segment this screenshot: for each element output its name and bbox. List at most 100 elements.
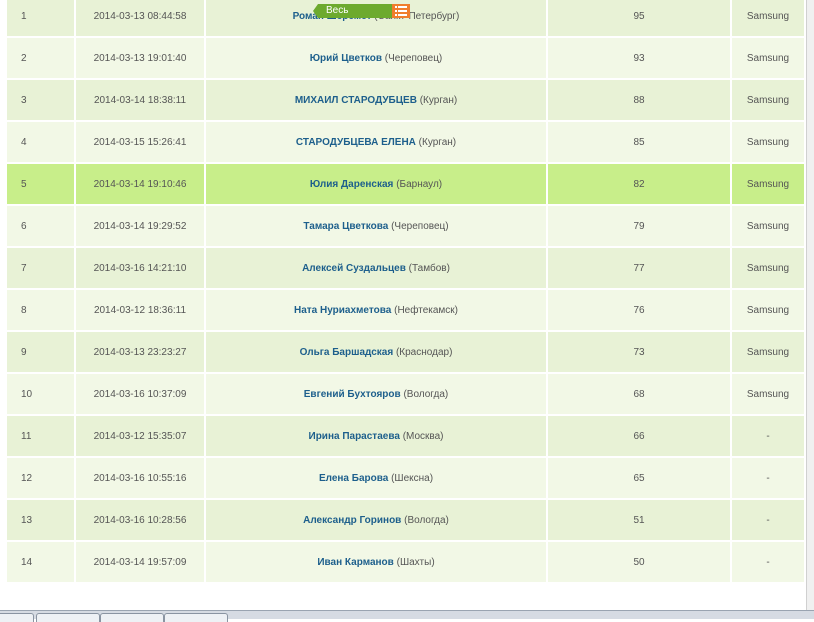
- row-number: 14: [7, 542, 74, 582]
- row-number: 11: [7, 416, 74, 456]
- row-datetime: 2014-03-16 14:21:10: [76, 248, 204, 288]
- participant-name-link[interactable]: Елена Барова: [319, 473, 388, 484]
- participant-name-link[interactable]: Иван Карманов: [317, 557, 393, 568]
- filter-arrow-icon: [313, 4, 318, 18]
- row-prize: Samsung: [732, 206, 804, 246]
- row-participant: Тамара Цветкова (Череповец): [206, 206, 546, 246]
- table-row: 9 2014-03-13 23:23:27 Ольга Баршадская (Кр…: [7, 332, 804, 372]
- row-participant: Ирина Парастаева (Москва): [206, 416, 546, 456]
- participant-name-link[interactable]: Юлия Даренская: [310, 179, 394, 190]
- row-datetime: 2014-03-13 19:01:40: [76, 38, 204, 78]
- participant-city: (Череповец): [384, 52, 443, 64]
- row-participant: Юлия Даренская (Барнаул): [206, 164, 546, 204]
- table-row: 2 2014-03-13 19:01:40 Юрий Цветков (Черепо…: [7, 38, 804, 78]
- row-prize: -: [732, 458, 804, 498]
- table-row: 8 2014-03-12 18:36:11 Ната Нуриахметова (Н…: [7, 290, 804, 330]
- filter-dropdown[interactable]: Весь: [313, 4, 392, 18]
- participant-city: (Вологда): [403, 388, 449, 400]
- participant-name-link[interactable]: Ната Нуриахметова: [294, 305, 391, 316]
- table-row: 7 2014-03-16 14:21:10 Алексей Суздальцев (…: [7, 248, 804, 288]
- results-table-body: 12014-03-13 08:44:58Роман Шеремет (Санкт…: [7, 0, 804, 582]
- participant-name-link[interactable]: СТАРОДУБЦЕВА ЕЛЕНА: [296, 137, 416, 148]
- row-participant: Александр Горинов (Вологда): [206, 500, 546, 540]
- participant-city: (Москва): [402, 430, 444, 442]
- row-participant: Иван Карманов (Шахты): [206, 542, 546, 582]
- row-score: 66: [548, 416, 730, 456]
- table-row: 3 2014-03-14 18:38:11 МИХАИЛ СТАРОДУБЦЕВ (…: [7, 80, 804, 120]
- row-prize: Samsung: [732, 164, 804, 204]
- row-datetime: 2014-03-16 10:37:09: [76, 374, 204, 414]
- row-number: 5: [7, 164, 74, 204]
- participant-city: (Шахты): [396, 556, 435, 568]
- row-score: 68: [548, 374, 730, 414]
- participant-name-link[interactable]: Александр Горинов: [303, 515, 401, 526]
- participant-city: (Нефтекамск): [394, 304, 458, 316]
- participant-city: (Барнаул): [396, 178, 443, 190]
- participant-city: (Курган): [418, 136, 457, 148]
- participant-city: (Череповец): [391, 220, 449, 232]
- row-datetime: 2014-03-14 19:29:52: [76, 206, 204, 246]
- row-datetime: 2014-03-13 23:23:27: [76, 332, 204, 372]
- row-number: 3: [7, 80, 74, 120]
- table-row: 5 2014-03-14 19:10:46 Юлия Даренская (Барн…: [7, 164, 804, 204]
- row-number: 1: [7, 0, 74, 36]
- row-prize: -: [732, 416, 804, 456]
- row-datetime: 2014-03-14 18:38:11: [76, 80, 204, 120]
- row-prize: Samsung: [732, 0, 804, 36]
- row-participant: Ольга Баршадская (Краснодар): [206, 332, 546, 372]
- row-participant: Ната Нуриахметова (Нефтекамск): [206, 290, 546, 330]
- row-prize: Samsung: [732, 122, 804, 162]
- list-icon[interactable]: [392, 4, 410, 18]
- row-datetime: 2014-03-12 15:35:07: [76, 416, 204, 456]
- row-prize: Samsung: [732, 248, 804, 288]
- participant-name-link[interactable]: Тамара Цветкова: [303, 221, 388, 232]
- row-number: 6: [7, 206, 74, 246]
- row-datetime: 2014-03-14 19:57:09: [76, 542, 204, 582]
- row-participant: Юрий Цветков (Череповец): [206, 38, 546, 78]
- row-number: 12: [7, 458, 74, 498]
- scrollbar[interactable]: [806, 0, 814, 610]
- participant-name-link[interactable]: МИХАИЛ СТАРОДУБЦЕВ: [295, 95, 417, 106]
- participant-city: (Вологда): [404, 514, 449, 526]
- row-number: 9: [7, 332, 74, 372]
- row-score: 65: [548, 458, 730, 498]
- row-participant: Алексей Суздальцев (Тамбов): [206, 248, 546, 288]
- participant-city: (Шексна): [391, 472, 434, 484]
- participant-name-link[interactable]: Евгений Бухтояров: [304, 389, 401, 400]
- participant-city: (Тамбов): [408, 262, 450, 274]
- row-score: 82: [548, 164, 730, 204]
- row-number: 13: [7, 500, 74, 540]
- row-datetime: 2014-03-13 08:44:58: [76, 0, 204, 36]
- row-prize: Samsung: [732, 38, 804, 78]
- row-score: 85: [548, 122, 730, 162]
- row-datetime: 2014-03-16 10:55:16: [76, 458, 204, 498]
- row-prize: Samsung: [732, 290, 804, 330]
- participant-city: (Курган): [419, 94, 458, 106]
- row-prize: Samsung: [732, 80, 804, 120]
- table-row: 11 2014-03-12 15:35:07 Ирина Парастаева (М…: [7, 416, 804, 456]
- row-score: 79: [548, 206, 730, 246]
- participant-name-link[interactable]: Ольга Баршадская: [300, 347, 394, 358]
- row-score: 93: [548, 38, 730, 78]
- table-row: 13 2014-03-16 10:28:56 Александр Горинов (…: [7, 500, 804, 540]
- participant-name-link[interactable]: Алексей Суздальцев: [302, 263, 406, 274]
- row-participant: СТАРОДУБЦЕВА ЕЛЕНА (Курган): [206, 122, 546, 162]
- filter-label: Весь: [326, 5, 349, 16]
- table-row: 14 2014-03-14 19:57:09 Иван Карманов (Шахт…: [7, 542, 804, 582]
- row-prize: -: [732, 542, 804, 582]
- participant-name-link[interactable]: Ирина Парастаева: [309, 431, 400, 442]
- table-row: 4 2014-03-15 15:26:41 СТАРОДУБЦЕВА ЕЛЕНА (…: [7, 122, 804, 162]
- row-score: 51: [548, 500, 730, 540]
- table-row: 6 2014-03-14 19:29:52 Тамара Цветкова (Чер…: [7, 206, 804, 246]
- row-prize: -: [732, 500, 804, 540]
- row-participant: Елена Барова (Шексна): [206, 458, 546, 498]
- row-number: 7: [7, 248, 74, 288]
- table-row: 10 2014-03-16 10:37:09 Евгений Бухтояров (…: [7, 374, 804, 414]
- row-number: 2: [7, 38, 74, 78]
- row-score: 73: [548, 332, 730, 372]
- row-score: 77: [548, 248, 730, 288]
- row-prize: Samsung: [732, 332, 804, 372]
- row-prize: Samsung: [732, 374, 804, 414]
- participant-name-link[interactable]: Юрий Цветков: [310, 53, 382, 64]
- row-participant: Евгений Бухтояров (Вологда): [206, 374, 546, 414]
